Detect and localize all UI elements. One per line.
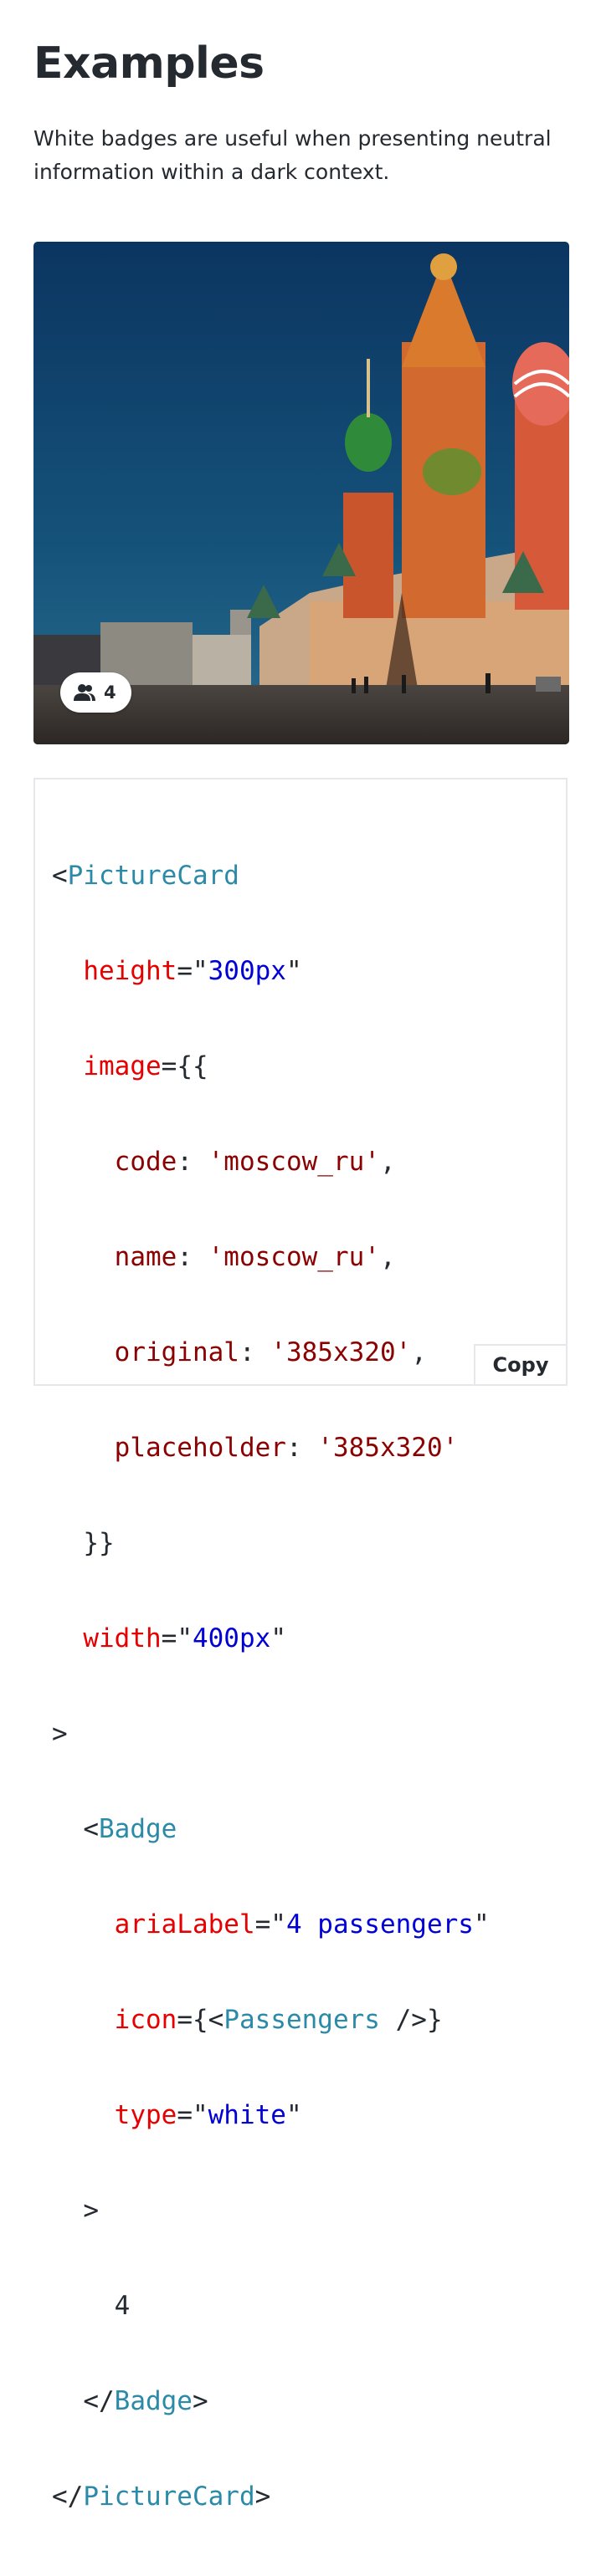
code-line: > [52, 1719, 68, 1749]
code-line: </Badge> [83, 2386, 208, 2416]
code-line: ariaLabel="4 passengers" [114, 1909, 490, 1940]
intro-text: White badges are useful when presenting … [33, 126, 552, 184]
code-line: <PictureCard [52, 861, 239, 891]
picture-card: 4 [33, 242, 569, 744]
passengers-icon [74, 683, 95, 702]
copy-button[interactable]: Copy [474, 1344, 568, 1386]
code-line: height="300px" [83, 956, 302, 986]
code-line: name: 'moscow_ru', [114, 1242, 396, 1272]
code-line: image={{ [83, 1051, 208, 1081]
code-line: placeholder: '385x320' [114, 1433, 459, 1463]
passengers-badge: 4 [60, 672, 131, 713]
code-line: type="white" [114, 2100, 302, 2130]
code-line: icon={<Passengers />} [114, 2005, 443, 2035]
code-line: original: '385x320', [114, 1337, 427, 1367]
badge-count: 4 [104, 682, 116, 703]
code-line: > [83, 2195, 99, 2226]
code-line: code: 'moscow_ru', [114, 1147, 396, 1177]
code-text: <PictureCard height="300px" image={{ cod… [52, 796, 490, 2576]
code-line: </PictureCard> [52, 2481, 271, 2512]
page-title: Examples [33, 38, 265, 89]
code-line: width="400px" [83, 1623, 286, 1653]
code-line: }} [83, 1528, 115, 1558]
cathedral-photo [33, 242, 569, 744]
code-line: 4 [114, 2291, 131, 2321]
code-line: <Badge [83, 1814, 177, 1844]
code-example: <PictureCard height="300px" image={{ cod… [33, 778, 568, 2512]
